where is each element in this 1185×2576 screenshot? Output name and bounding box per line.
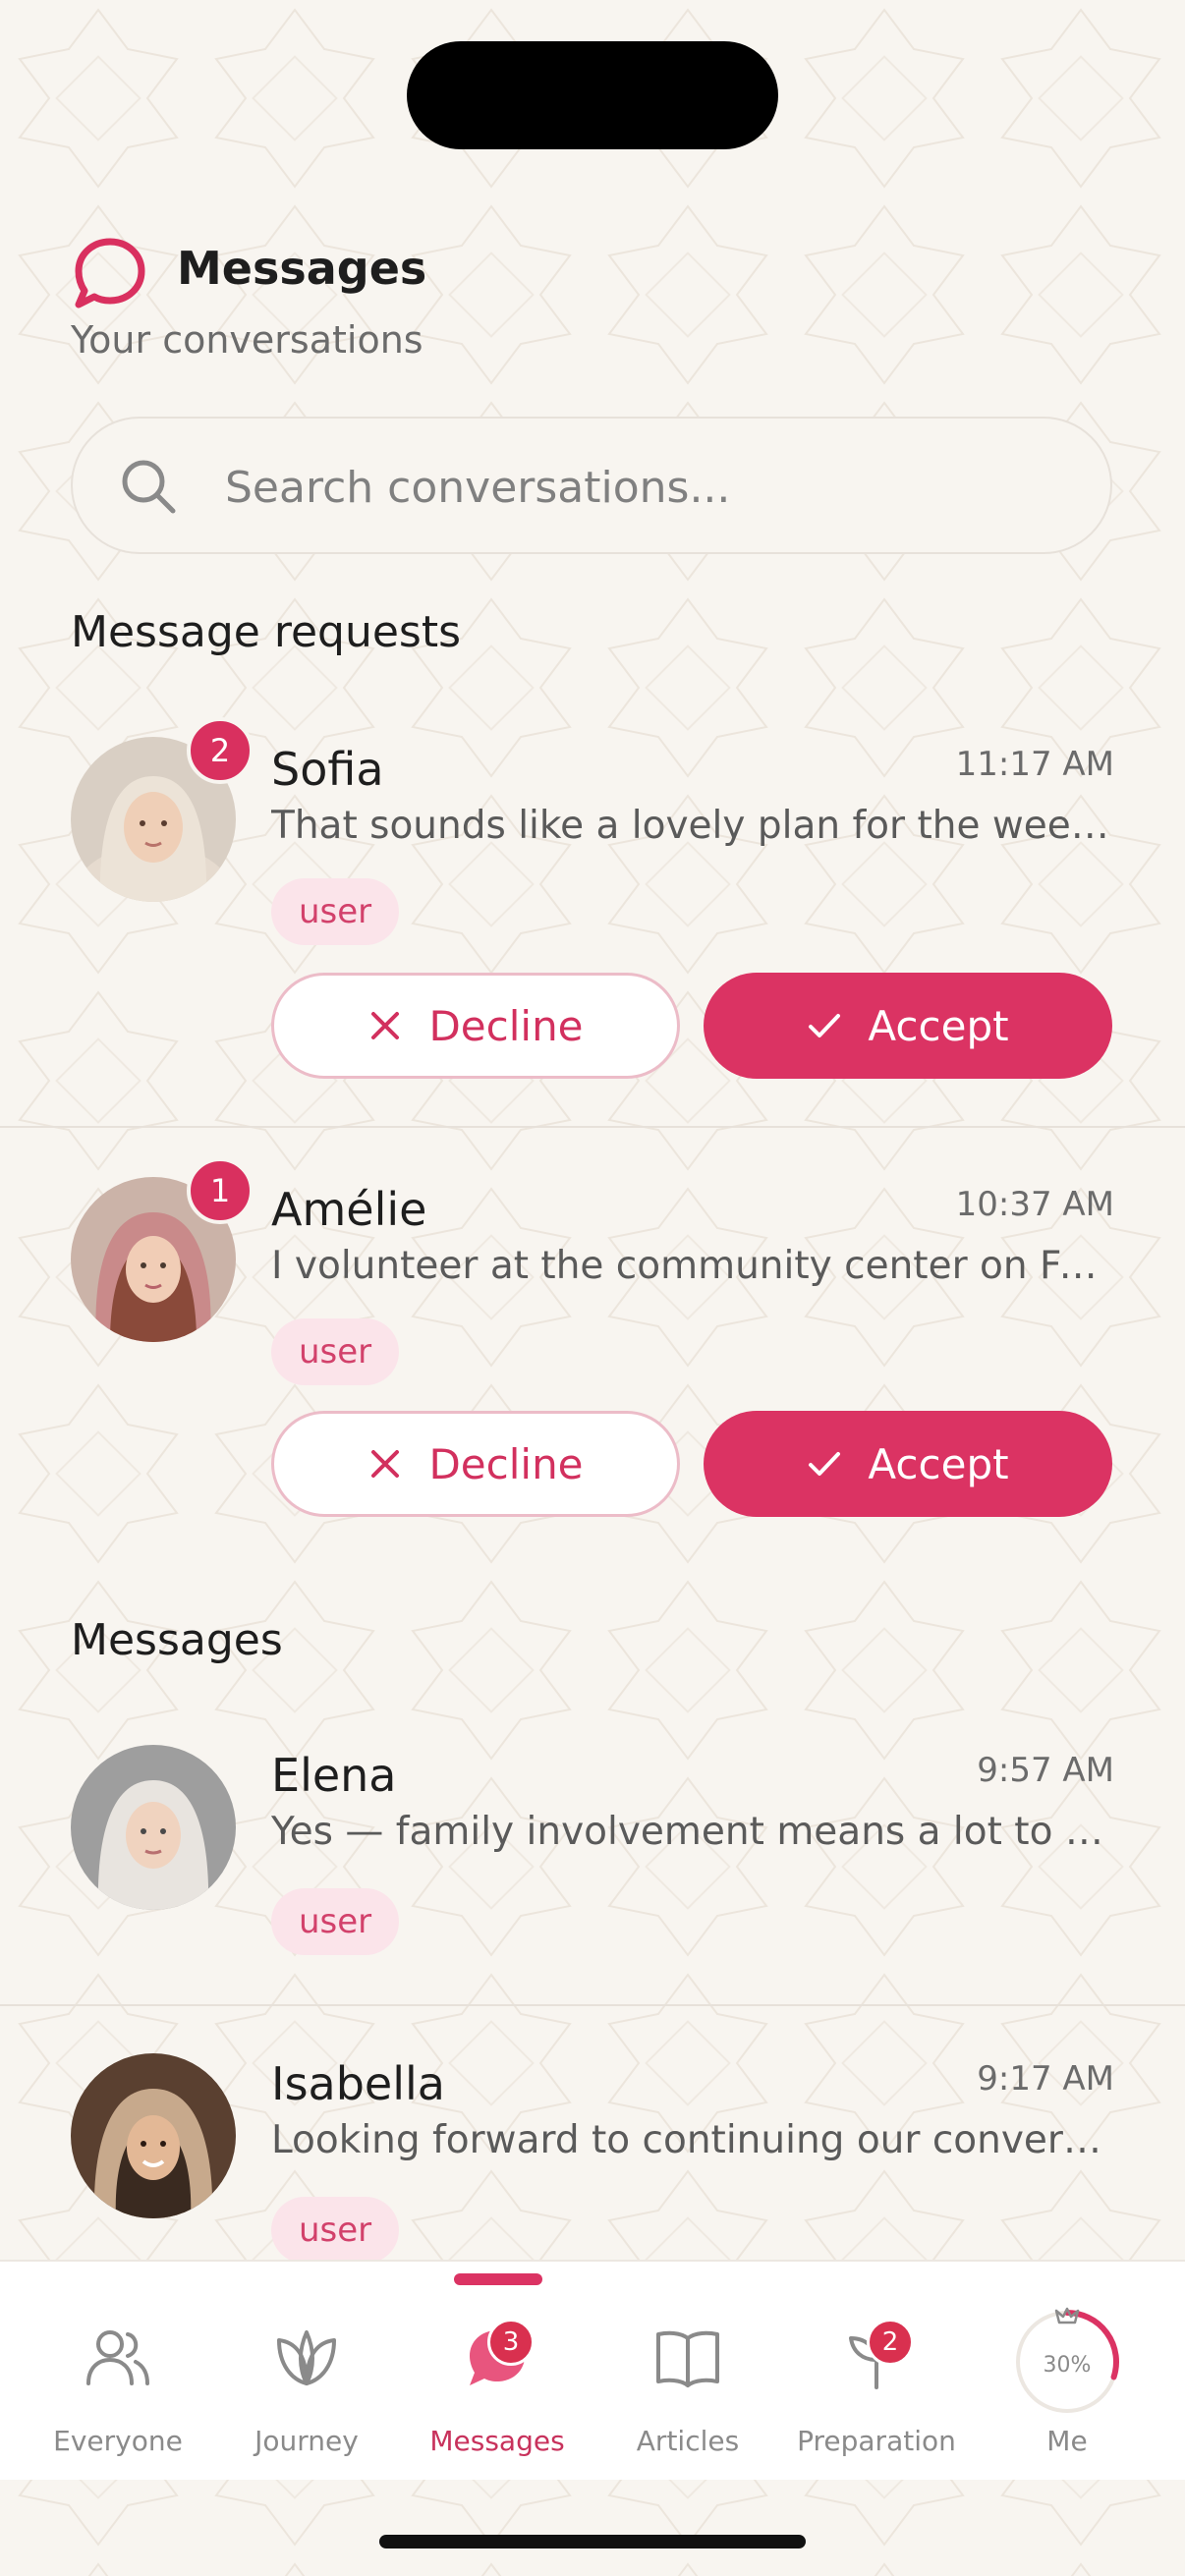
bottom-nav: Everyone Journey 3 Messages Articles 2 P… bbox=[0, 2260, 1185, 2480]
message-time: 9:57 AM bbox=[977, 1751, 1114, 1790]
accept-label: Accept bbox=[868, 1001, 1009, 1050]
request-item[interactable]: 2 Sofia 11:17 AM That sounds like a love… bbox=[0, 717, 1185, 1079]
user-tag: user bbox=[271, 2197, 400, 2264]
nav-label: Me bbox=[1046, 2425, 1088, 2457]
nav-label: Messages bbox=[429, 2425, 565, 2457]
user-tag: user bbox=[271, 878, 400, 945]
search-icon bbox=[122, 460, 176, 514]
message-preview: I volunteer at the community center on F… bbox=[271, 1244, 1112, 1288]
message-time: 10:37 AM bbox=[955, 1185, 1114, 1224]
nav-label: Preparation bbox=[797, 2425, 956, 2457]
decline-button[interactable]: Decline bbox=[271, 1411, 680, 1517]
nav-item-articles[interactable]: Articles bbox=[590, 2262, 786, 2480]
message-preview: Yes — family involvement means a lot to … bbox=[271, 1810, 1112, 1854]
unread-badge: 2 bbox=[187, 717, 254, 784]
divider bbox=[0, 1126, 1185, 1128]
nav-item-preparation[interactable]: 2 Preparation bbox=[778, 2262, 975, 2480]
dynamic-island bbox=[407, 41, 778, 149]
divider bbox=[0, 2004, 1185, 2006]
decline-button[interactable]: Decline bbox=[271, 973, 680, 1079]
contact-name: Elena bbox=[271, 1749, 397, 1802]
page-subtitle: Your conversations bbox=[71, 318, 423, 362]
message-preview: That sounds like a lovely plan for the w… bbox=[271, 804, 1112, 848]
nav-label: Articles bbox=[636, 2425, 740, 2457]
contact-name: Isabella bbox=[271, 2057, 445, 2110]
avatar bbox=[71, 1745, 236, 1910]
user-tag: user bbox=[271, 1888, 400, 1955]
search-input[interactable] bbox=[225, 460, 1070, 515]
nav-badge: 3 bbox=[487, 2319, 535, 2366]
chat-bubble-icon bbox=[71, 236, 149, 310]
nav-badge: 2 bbox=[867, 2319, 914, 2366]
leaf-icon bbox=[277, 2330, 336, 2385]
page-title: Messages bbox=[177, 242, 427, 295]
book-icon bbox=[656, 2330, 719, 2387]
conversation-item[interactable]: Elena 9:57 AM Yes — family involvement m… bbox=[0, 1745, 1185, 1971]
contact-name: Amélie bbox=[271, 1183, 427, 1236]
section-title-messages: Messages bbox=[71, 1615, 283, 1665]
check-icon bbox=[809, 1452, 841, 1476]
close-icon bbox=[371, 1450, 400, 1478]
home-indicator bbox=[379, 2535, 806, 2548]
nav-item-messages[interactable]: 3 Messages bbox=[399, 2262, 595, 2480]
search-bar[interactable] bbox=[71, 417, 1112, 554]
unread-badge: 1 bbox=[187, 1157, 254, 1224]
profile-progress-icon: 30% bbox=[1016, 2307, 1119, 2413]
nav-label: Journey bbox=[254, 2425, 359, 2457]
close-icon bbox=[371, 1012, 400, 1039]
nav-item-journey[interactable]: Journey bbox=[208, 2262, 405, 2480]
nav-label: Everyone bbox=[53, 2425, 183, 2457]
accept-button[interactable]: Accept bbox=[704, 1411, 1112, 1517]
people-icon bbox=[86, 2330, 149, 2385]
message-time: 9:17 AM bbox=[977, 2059, 1114, 2099]
avatar bbox=[71, 2053, 236, 2218]
accept-button[interactable]: Accept bbox=[704, 973, 1112, 1079]
message-time: 11:17 AM bbox=[955, 745, 1114, 784]
nav-item-everyone[interactable]: Everyone bbox=[20, 2262, 216, 2480]
user-tag: user bbox=[271, 1318, 400, 1385]
conversation-item[interactable]: Isabella 9:17 AM Looking forward to cont… bbox=[0, 2053, 1185, 2279]
progress-text: 30% bbox=[1044, 2353, 1092, 2378]
contact-name: Sofia bbox=[271, 743, 384, 796]
section-title-requests: Message requests bbox=[71, 607, 462, 657]
decline-label: Decline bbox=[428, 1001, 584, 1050]
check-icon bbox=[809, 1014, 841, 1037]
message-preview: Looking forward to continuing our conver… bbox=[271, 2118, 1112, 2162]
request-item[interactable]: 1 Amélie 10:37 AM I volunteer at the com… bbox=[0, 1157, 1185, 1517]
nav-item-me[interactable]: 30% Me bbox=[969, 2262, 1165, 2480]
accept-label: Accept bbox=[868, 1439, 1009, 1488]
decline-label: Decline bbox=[428, 1439, 584, 1488]
